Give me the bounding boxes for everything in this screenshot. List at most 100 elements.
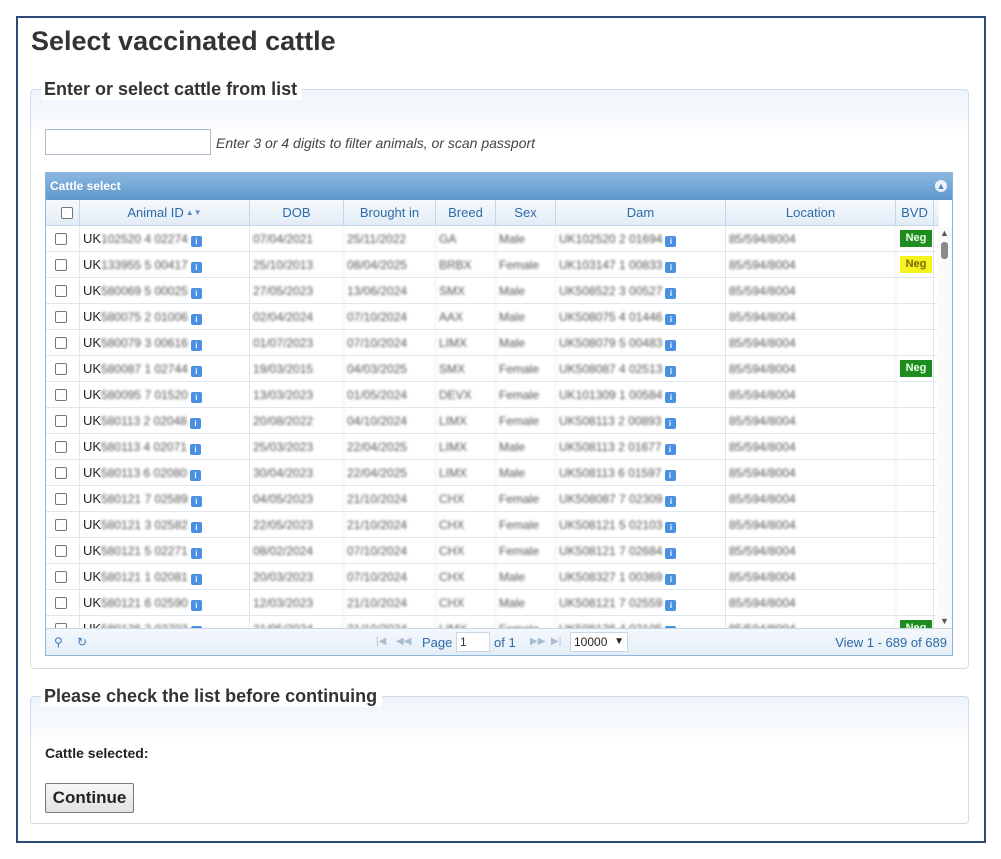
info-icon[interactable]: i xyxy=(190,548,202,559)
info-icon[interactable]: i xyxy=(665,496,677,507)
first-page-icon[interactable]: |◀ xyxy=(376,636,386,647)
info-icon[interactable]: i xyxy=(190,600,202,611)
animal-id-cell[interactable]: UK580069 5 00025 i xyxy=(80,278,250,304)
info-icon[interactable]: i xyxy=(665,288,677,299)
info-icon[interactable]: i xyxy=(190,288,202,299)
table-row[interactable]: UK102520 4 02274 i 07/04/2021 25/11/2022 … xyxy=(46,226,939,252)
table-row[interactable]: UK580079 3 00616 i 01/07/2023 07/10/2024 … xyxy=(46,330,939,356)
table-row[interactable]: UK580095 7 01520 i 13/03/2023 01/05/2024 … xyxy=(46,382,939,408)
table-row[interactable]: UK580069 5 00025 i 27/05/2023 13/06/2024 … xyxy=(46,278,939,304)
dam-cell[interactable]: UK508121 7 02559 i xyxy=(556,590,726,616)
animal-id-cell[interactable]: UK580121 7 02589 i xyxy=(80,486,250,512)
search-icon[interactable]: ⚲ xyxy=(54,635,63,649)
animal-id-cell[interactable]: UK102520 4 02274 i xyxy=(80,226,250,252)
table-row[interactable]: UK580121 5 02271 i 08/02/2024 07/10/2024 … xyxy=(46,538,939,564)
dam-cell[interactable]: UK508079 5 00483 i xyxy=(556,330,726,356)
row-checkbox[interactable] xyxy=(55,259,67,271)
dam-cell[interactable]: UK508121 5 02103 i xyxy=(556,512,726,538)
table-row[interactable]: UK580075 2 01006 i 02/04/2024 07/10/2024 … xyxy=(46,304,939,330)
table-row[interactable]: UK133955 5 00417 i 25/10/2013 08/04/2025 … xyxy=(46,252,939,278)
info-icon[interactable]: i xyxy=(664,418,676,429)
row-checkbox[interactable] xyxy=(55,441,67,453)
table-row[interactable]: UK580126 2 02703i 21/05/2024 21/10/2024 … xyxy=(46,616,939,628)
dam-cell[interactable]: UK103147 1 00833 i xyxy=(556,252,726,278)
info-icon[interactable]: i xyxy=(665,340,677,351)
table-row[interactable]: UK580113 4 02071 i 25/03/2023 22/04/2025 … xyxy=(46,434,939,460)
animal-id-cell[interactable]: UK580095 7 01520 i xyxy=(80,382,250,408)
row-checkbox[interactable] xyxy=(55,597,67,609)
table-row[interactable]: UK580113 2 02048 i 20/08/2022 04/10/2024 … xyxy=(46,408,939,434)
dam-cell[interactable]: UK508327 1 00369 i xyxy=(556,564,726,590)
info-icon[interactable]: i xyxy=(189,418,201,429)
row-checkbox[interactable] xyxy=(55,389,67,401)
dam-cell[interactable]: UK508121 7 02684 i xyxy=(556,538,726,564)
info-icon[interactable]: i xyxy=(665,548,677,559)
table-row[interactable]: UK580121 6 02590 i 12/03/2023 21/10/2024 … xyxy=(46,590,939,616)
select-all-checkbox[interactable] xyxy=(61,207,73,219)
animal-id-cell[interactable]: UK580121 6 02590 i xyxy=(80,590,250,616)
info-icon[interactable]: i xyxy=(190,340,202,351)
col-dam[interactable]: Dam xyxy=(556,200,726,226)
scroll-thumb[interactable] xyxy=(941,242,948,259)
row-checkbox[interactable] xyxy=(55,467,67,479)
dam-cell[interactable]: UK508087 7 02309 i xyxy=(556,486,726,512)
info-icon[interactable]: i xyxy=(190,522,202,533)
table-row[interactable]: UK580087 1 02744 i 19/03/2015 04/03/2025 … xyxy=(46,356,939,382)
dam-cell[interactable]: UK508075 4 01446 i xyxy=(556,304,726,330)
info-icon[interactable]: i xyxy=(190,496,202,507)
dam-cell[interactable]: UK101309 1 00584 i xyxy=(556,382,726,408)
collapse-icon[interactable]: ▲ xyxy=(935,180,947,192)
info-icon[interactable]: i xyxy=(190,314,202,325)
info-icon[interactable]: i xyxy=(190,392,202,403)
page-input[interactable]: 1 xyxy=(456,632,490,652)
info-icon[interactable]: i xyxy=(665,600,677,611)
info-icon[interactable]: i xyxy=(664,444,676,455)
table-row[interactable]: UK580121 1 02081 i 20/03/2023 07/10/2024 … xyxy=(46,564,939,590)
info-icon[interactable]: i xyxy=(665,236,677,247)
prev-page-icon[interactable]: ◀◀ xyxy=(396,636,411,647)
filter-input[interactable] xyxy=(45,129,211,155)
info-icon[interactable]: i xyxy=(665,574,677,585)
info-icon[interactable]: i xyxy=(665,314,677,325)
page-size-select[interactable]: 10000 ▼ xyxy=(570,632,628,652)
row-checkbox[interactable] xyxy=(55,285,67,297)
dam-cell[interactable]: UK508522 3 00527 i xyxy=(556,278,726,304)
row-checkbox[interactable] xyxy=(55,545,67,557)
col-bvd[interactable]: BVD xyxy=(896,200,934,226)
row-checkbox[interactable] xyxy=(55,363,67,375)
info-icon[interactable]: i xyxy=(190,574,202,585)
table-row[interactable]: UK580113 6 02080 i 30/04/2023 22/04/2025 … xyxy=(46,460,939,486)
animal-id-cell[interactable]: UK580079 3 00616 i xyxy=(80,330,250,356)
row-checkbox[interactable] xyxy=(55,493,67,505)
dam-cell[interactable]: UK508113 2 01677 i xyxy=(556,434,726,460)
scroll-up-icon[interactable]: ▲ xyxy=(937,226,952,240)
dam-cell[interactable]: UK508126 4 02105i xyxy=(556,616,726,628)
col-dob[interactable]: DOB xyxy=(250,200,344,226)
refresh-icon[interactable]: ↻ xyxy=(77,635,87,649)
info-icon[interactable]: i xyxy=(189,470,201,481)
info-icon[interactable]: i xyxy=(665,262,677,273)
col-breed[interactable]: Breed xyxy=(436,200,496,226)
dam-cell[interactable]: UK508087 4 02513 i xyxy=(556,356,726,382)
dam-cell[interactable]: UK508113 6 01597 i xyxy=(556,460,726,486)
dam-cell[interactable]: UK508113 2 00893 i xyxy=(556,408,726,434)
info-icon[interactable]: i xyxy=(665,392,677,403)
info-icon[interactable]: i xyxy=(664,470,676,481)
animal-id-cell[interactable]: UK133955 5 00417 i xyxy=(80,252,250,278)
animal-id-cell[interactable]: UK580126 2 02703i xyxy=(80,616,250,628)
row-checkbox[interactable] xyxy=(55,311,67,323)
last-page-icon[interactable]: ▶| xyxy=(551,636,561,647)
animal-id-cell[interactable]: UK580121 3 02582 i xyxy=(80,512,250,538)
col-location[interactable]: Location xyxy=(726,200,896,226)
animal-id-cell[interactable]: UK580121 5 02271 i xyxy=(80,538,250,564)
animal-id-cell[interactable]: UK580087 1 02744 i xyxy=(80,356,250,382)
animal-id-cell[interactable]: UK580113 2 02048 i xyxy=(80,408,250,434)
row-checkbox[interactable] xyxy=(55,519,67,531)
col-brought-in[interactable]: Brought in xyxy=(344,200,436,226)
row-checkbox[interactable] xyxy=(55,337,67,349)
animal-id-cell[interactable]: UK580075 2 01006 i xyxy=(80,304,250,330)
col-sex[interactable]: Sex xyxy=(496,200,556,226)
continue-button[interactable]: Continue xyxy=(45,783,134,813)
table-row[interactable]: UK580121 3 02582 i 22/05/2023 21/10/2024 … xyxy=(46,512,939,538)
info-icon[interactable]: i xyxy=(190,236,202,247)
